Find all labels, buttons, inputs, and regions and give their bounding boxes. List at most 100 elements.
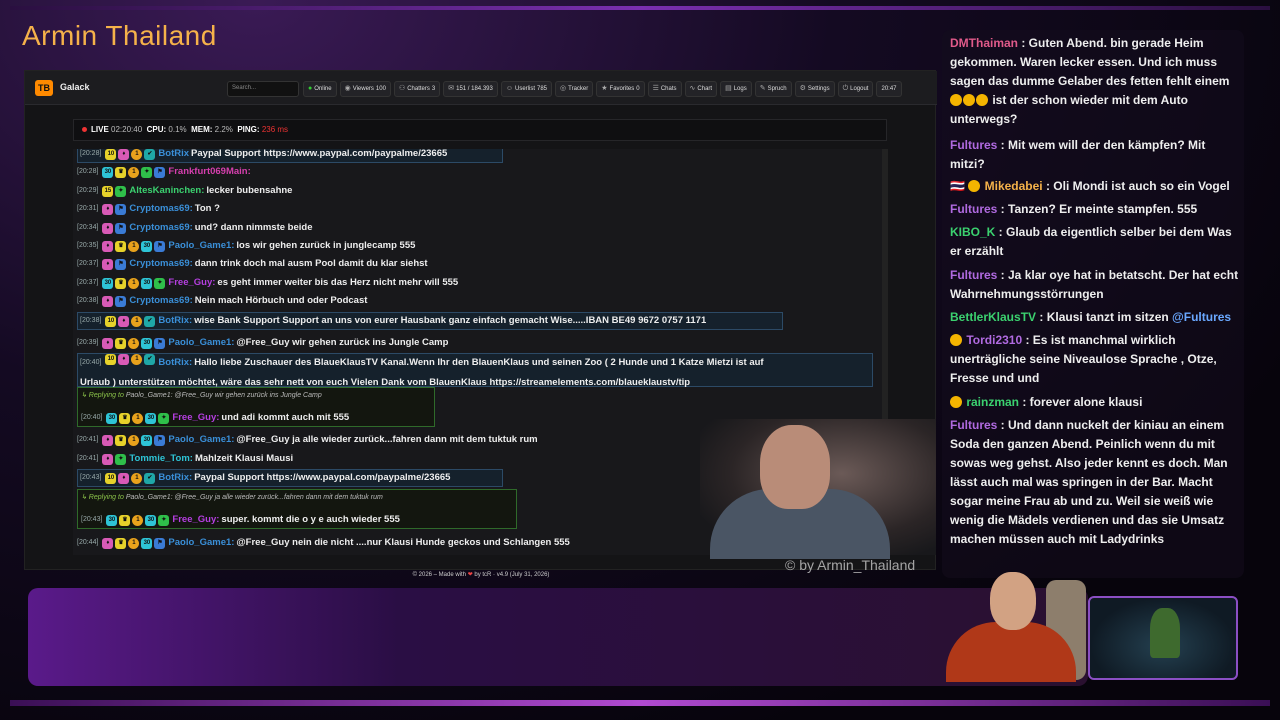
username[interactable]: Paolo_Game1: bbox=[168, 431, 234, 449]
search-input[interactable]: Search... bbox=[227, 81, 299, 97]
nav-button-chart[interactable]: ∿ Chart bbox=[684, 81, 718, 97]
timestamp: [20:31] bbox=[77, 205, 99, 212]
chat-message[interactable]: [20:41] ♦ ✦ Tommie_Tom: Mahlzeit Klausi Maus… bbox=[77, 450, 293, 468]
chat-message[interactable]: [20:43] 10 ♦ 1 ✔ BotRix: Paypal Support https:… bbox=[77, 469, 503, 487]
side-username[interactable]: Mikedabei bbox=[981, 179, 1043, 193]
chat-message[interactable]: [20:44] ♦ ♛ 1 30 ⚑ Paolo_Game1: @Free_Guy nein … bbox=[77, 534, 570, 552]
side-username[interactable]: KIBO_K bbox=[950, 225, 995, 239]
side-username[interactable]: DMThaiman bbox=[950, 36, 1018, 50]
chat-message[interactable]: [20:28] 30 ♛ 1 ✦ ⚑ Frankfurt069Main: bbox=[77, 163, 251, 181]
chat-message[interactable]: [20:43] 30 ♛ 1 30 ✦ Free_Guy: super. kommt die … bbox=[81, 511, 400, 529]
side-username[interactable]: Fultures bbox=[950, 418, 997, 432]
brand-logo[interactable]: TB bbox=[35, 80, 53, 96]
user-badge-icon: ⚑ bbox=[154, 337, 166, 349]
nav-button-logs[interactable]: ▤ Logs bbox=[720, 81, 752, 97]
side-chat-message[interactable]: Fultures : Mit wem will der den kämpfen?… bbox=[950, 136, 1242, 174]
side-username[interactable]: BettlerKlausTV bbox=[950, 310, 1036, 324]
chat-message[interactable]: [20:37] ♦ ⚑ Cryptomas69: dann trink doch mal… bbox=[77, 255, 428, 273]
username[interactable]: BotRix: bbox=[158, 354, 192, 372]
side-username[interactable]: rainzman bbox=[963, 395, 1019, 409]
username[interactable]: Tommie_Tom: bbox=[129, 450, 193, 468]
user-badge-icon: ♛ bbox=[115, 277, 127, 289]
timestamp: [20:34] bbox=[77, 224, 99, 231]
message-text: Paypal Support https://www.paypal.com/pa… bbox=[194, 472, 451, 483]
user-badge-icon: 30 bbox=[141, 434, 153, 446]
chat-message[interactable]: [20:38] ♦ ⚑ Cryptomas69: Nein mach Hörbuch u… bbox=[77, 292, 367, 310]
username[interactable]: Cryptomas69: bbox=[129, 255, 192, 273]
chat-message[interactable]: [20:38] 10 ♦ 1 ✔ BotRix: wise Bank Support Sup… bbox=[77, 312, 783, 330]
side-chat-message[interactable]: Fultures : Ja klar oye hat in betatscht.… bbox=[950, 266, 1242, 304]
username[interactable]: Free_Guy: bbox=[172, 409, 219, 427]
user-badge-icon: 30 bbox=[102, 277, 114, 289]
nav-button-userlist[interactable]: ☺ Userlist 785 bbox=[500, 81, 553, 97]
ping-label: PING: bbox=[237, 125, 260, 134]
username[interactable]: Cryptomas69: bbox=[129, 219, 192, 237]
nav-button-spruch[interactable]: ✎ Spruch bbox=[754, 81, 792, 97]
chat-message[interactable]: [20:40] 30 ♛ 1 30 ✦ Free_Guy: und adi kommt auc… bbox=[81, 409, 349, 427]
user-badge-icon: 1 bbox=[131, 354, 143, 365]
mention[interactable]: @Fultures bbox=[1169, 310, 1231, 324]
user-badge-icon: 1 bbox=[128, 277, 140, 289]
chat-message[interactable]: [20:34] ♦ ⚑ Cryptomas69: und? dann nimmste b… bbox=[77, 219, 312, 237]
brand-name[interactable]: Galack bbox=[60, 82, 90, 92]
chat-message[interactable]: [20:39] ♦ ♛ 1 30 ⚑ Paolo_Game1: @Free_Guy wir g… bbox=[77, 334, 448, 352]
timestamp: [20:40] bbox=[81, 414, 103, 421]
username[interactable]: Cryptomas69: bbox=[129, 292, 192, 310]
badge-icon bbox=[968, 180, 981, 192]
side-chat-message[interactable]: Fultures : Tanzen? Er meinte stampfen. 5… bbox=[950, 200, 1242, 219]
username[interactable]: Paolo_Game1: bbox=[168, 334, 234, 352]
spruch-icon: ✎ bbox=[759, 85, 766, 92]
username[interactable]: Paolo_Game1: bbox=[168, 237, 234, 255]
nav-button-favorites[interactable]: ★ Favorites 0 bbox=[596, 81, 645, 97]
badge-icon bbox=[950, 396, 962, 408]
timestamp: [20:29] bbox=[77, 187, 99, 194]
nav-button-20-47[interactable]: 20:47 bbox=[876, 81, 902, 97]
nav-button-tracker[interactable]: ◎ Tracker bbox=[555, 81, 594, 97]
message-text: los wir gehen zurück in junglecamp 555 bbox=[236, 240, 416, 251]
chat-message[interactable]: [20:31] ♦ ⚑ Cryptomas69: Ton ? bbox=[77, 200, 220, 218]
stream-title: Armin Thailand bbox=[22, 20, 217, 51]
nav-button-viewers[interactable]: ◉ Viewers 100 bbox=[339, 81, 391, 97]
stream-overlay: Armin Thailand TB Galack Search... ● Onli… bbox=[0, 0, 1280, 720]
username[interactable]: Free_Guy: bbox=[168, 274, 215, 292]
username[interactable]: BotRix bbox=[158, 149, 189, 163]
user-badge-icon: 1 bbox=[131, 149, 143, 160]
username[interactable]: BotRix: bbox=[158, 469, 192, 487]
message-text: lecker bubensahne bbox=[206, 185, 293, 196]
side-chat-message[interactable]: Tordi2310 : Es ist manchmal wirklich une… bbox=[950, 331, 1242, 388]
username[interactable]: Paolo_Game1: bbox=[168, 534, 234, 552]
username[interactable]: Cryptomas69: bbox=[129, 200, 192, 218]
side-chat-message[interactable]: rainzman : forever alone klausi bbox=[950, 393, 1242, 412]
username[interactable]: BotRix: bbox=[158, 312, 192, 330]
nav-button-settings[interactable]: ⚙ Settings bbox=[794, 81, 835, 97]
chat-message[interactable]: [20:29] 15 ✦ AltesKaninchen: lecker bubensah… bbox=[77, 182, 292, 200]
side-chat-message[interactable]: KIBO_K : Glaub da eigentlich selber bei … bbox=[950, 223, 1242, 261]
username[interactable]: AltesKaninchen: bbox=[129, 182, 204, 200]
chat-message[interactable]: [20:28] 10 ♦ 1 ✔ BotRix Paypal Support https:/… bbox=[77, 149, 503, 163]
side-username[interactable]: Fultures bbox=[950, 138, 997, 152]
side-username[interactable]: Fultures bbox=[950, 202, 997, 216]
nav-button-chats[interactable]: ☰ Chats bbox=[647, 81, 682, 97]
room-webcam bbox=[1088, 596, 1238, 680]
live-label: LIVE bbox=[91, 125, 109, 134]
side-chat-message[interactable]: 🇹🇭 Mikedabei : Oli Mondi ist auch so ein… bbox=[950, 177, 1242, 196]
user-badge-icon: ⚑ bbox=[154, 166, 166, 178]
username[interactable]: Frankfurt069Main: bbox=[168, 163, 250, 181]
chat-message[interactable]: [20:40] 10 ♦ 1 ✔ BotRix: Hallo liebe Zuschauer… bbox=[77, 353, 873, 388]
nav-button-151-184-393[interactable]: ✉ 151 / 184.393 bbox=[443, 81, 498, 97]
username[interactable]: Free_Guy: bbox=[172, 511, 219, 529]
nav-button-online[interactable]: ● Online bbox=[303, 81, 337, 97]
chat-message[interactable]: [20:41] ♦ ♛ 1 30 ⚑ Paolo_Game1: @Free_Guy ja al… bbox=[77, 431, 538, 449]
nav-button-chatters[interactable]: ⚇ Chatters 3 bbox=[393, 81, 441, 97]
side-chat-message[interactable]: BettlerKlausTV : Klausi tanzt im sitzen … bbox=[950, 308, 1242, 327]
chat-message[interactable]: [20:35] ♦ ♛ 1 30 ⚑ Paolo_Game1: los wir gehen z… bbox=[77, 237, 415, 255]
user-badge-icon: ✦ bbox=[115, 453, 127, 465]
side-chat-message[interactable]: Fultures : Und dann nuckelt der kiniau a… bbox=[950, 416, 1242, 549]
side-username[interactable]: Fultures bbox=[950, 268, 997, 282]
chat-message[interactable]: [20:37] 30 ♛ 1 30 ✦ Free_Guy: es geht immer wei… bbox=[77, 274, 458, 292]
nav-button-logout[interactable]: ⏻ Logout bbox=[837, 81, 874, 97]
side-text: : Und dann nuckelt der kiniau an einem S… bbox=[950, 418, 1228, 546]
side-username[interactable]: Tordi2310 bbox=[963, 333, 1022, 347]
user-badge-icon: 1 bbox=[131, 472, 143, 484]
side-chat-message[interactable]: DMThaiman : Guten Abend. bin gerade Heim… bbox=[950, 34, 1242, 129]
